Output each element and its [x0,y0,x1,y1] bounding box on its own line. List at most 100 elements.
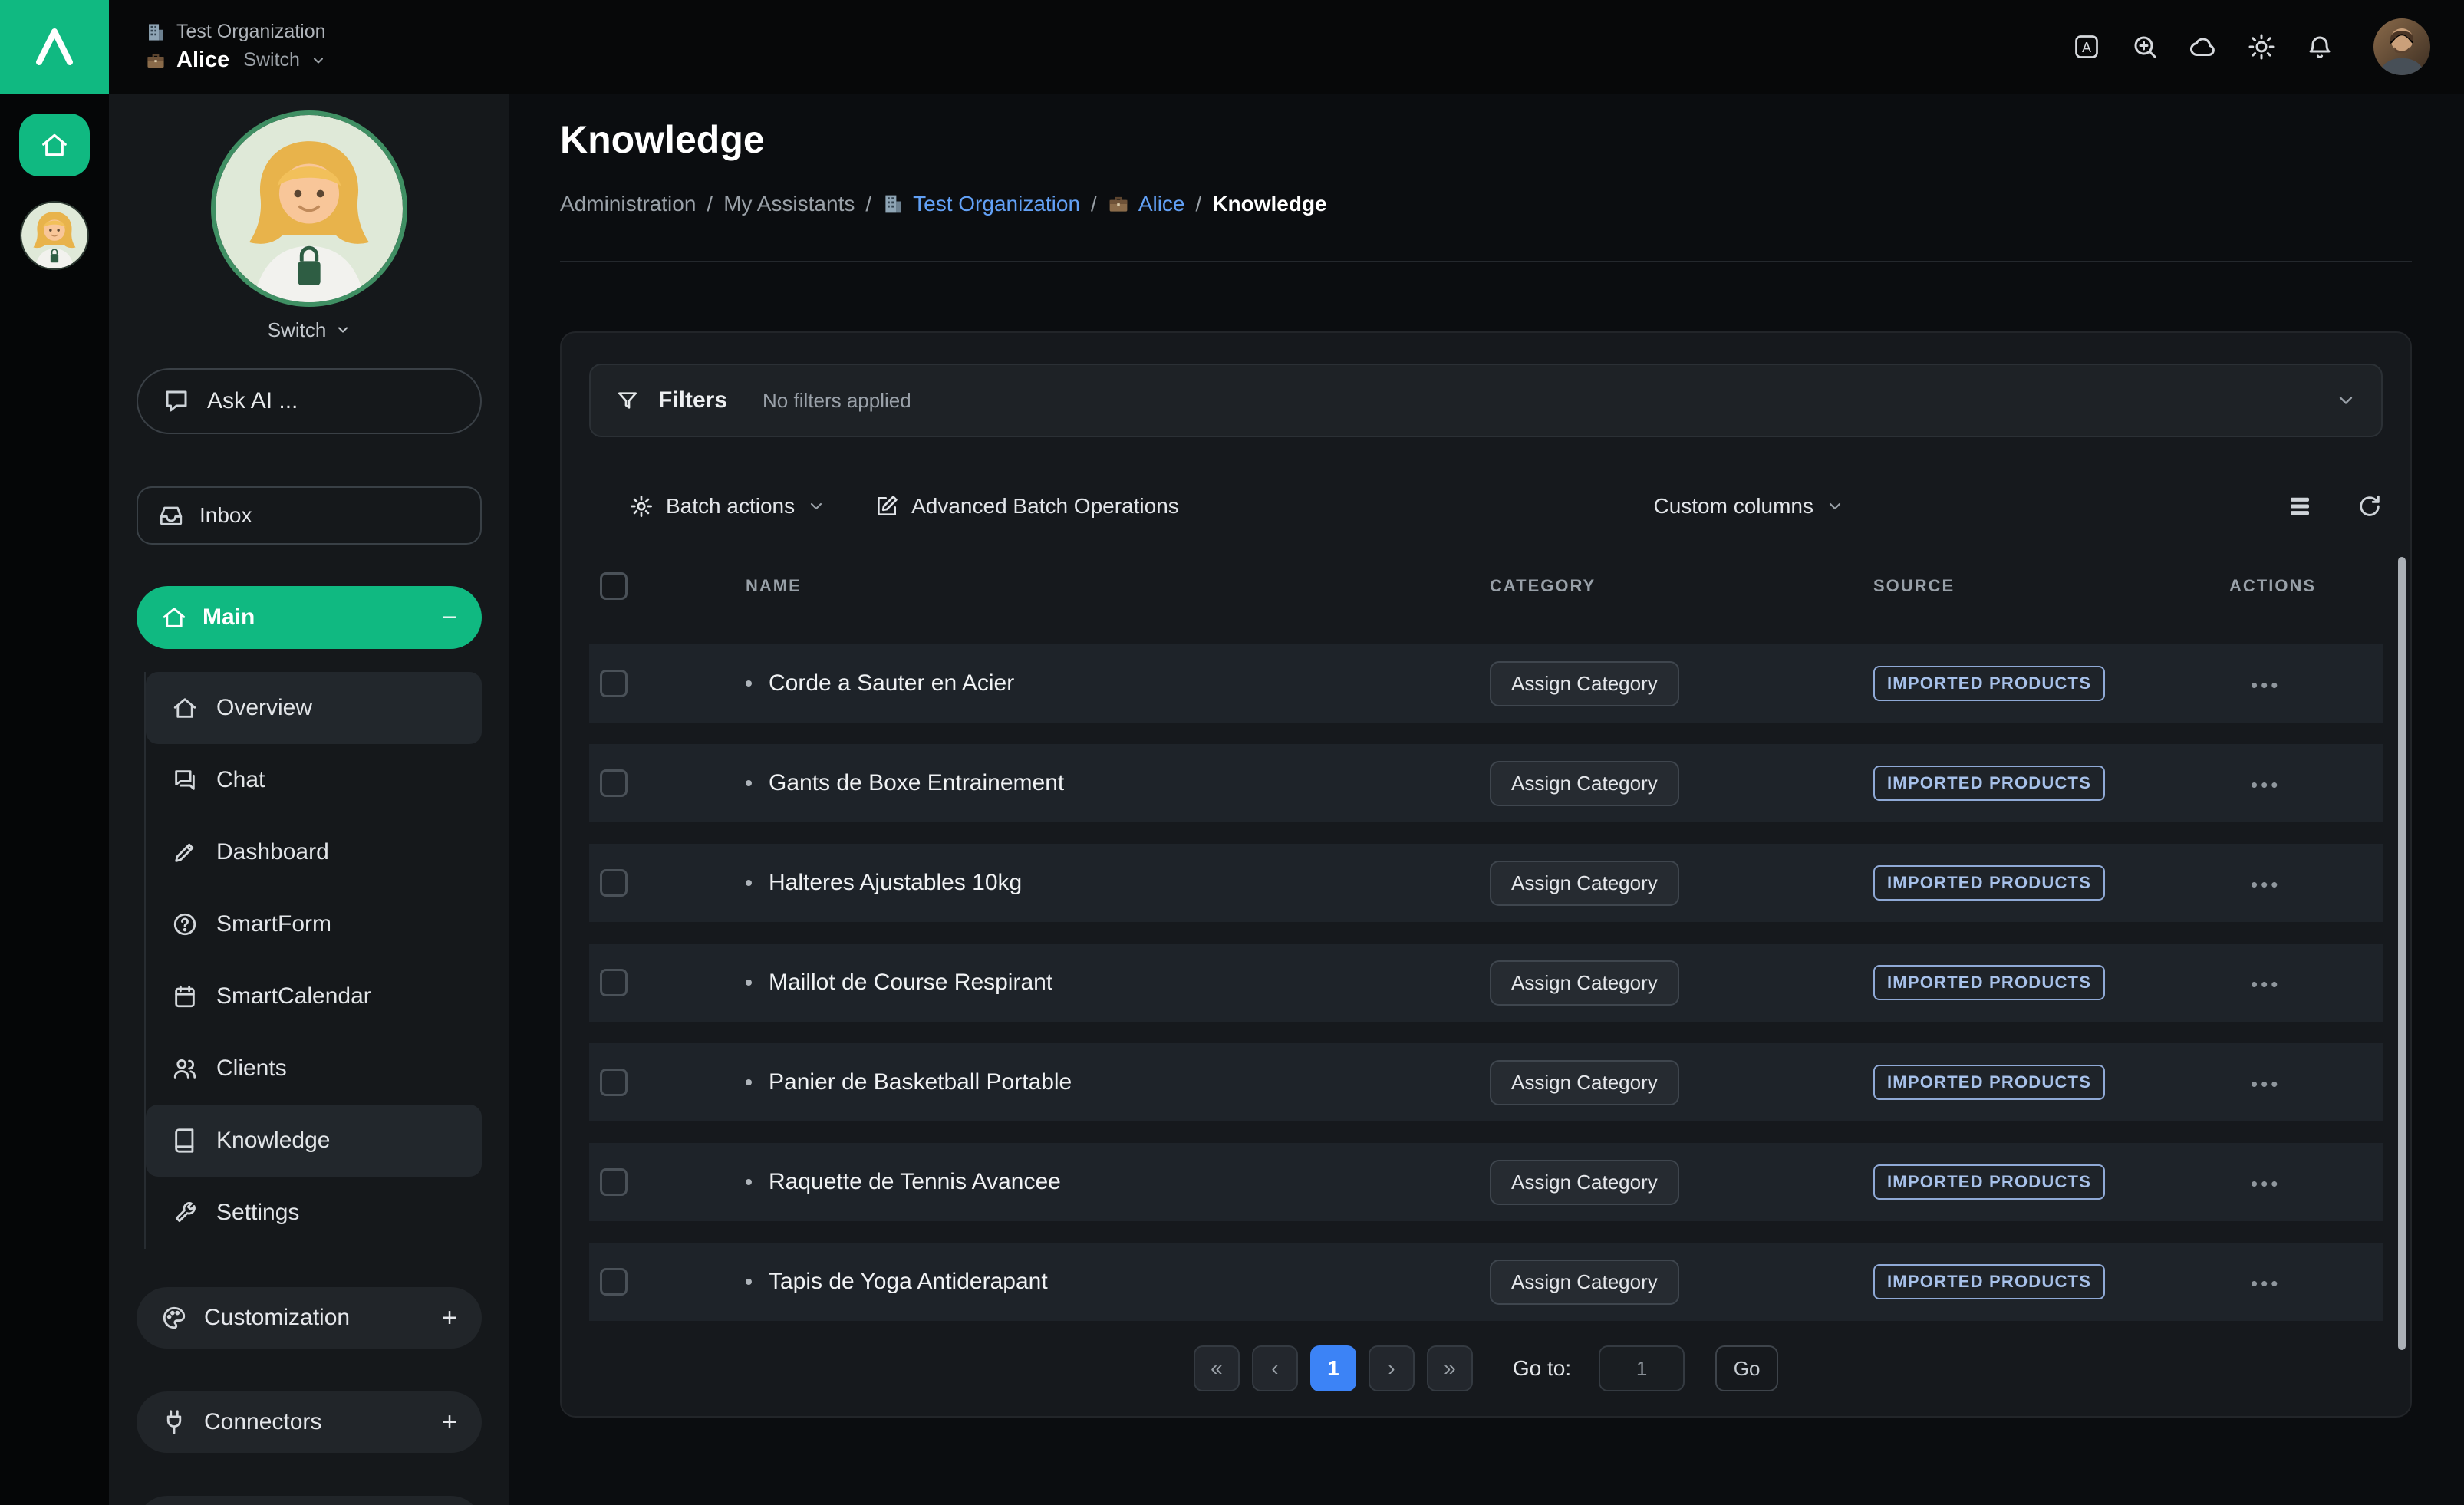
column-header-name: NAME [746,576,1490,596]
table-view-controls [2286,492,2383,520]
assign-category-button[interactable]: Assign Category [1490,1260,1679,1305]
bullet-dot-icon [746,880,752,886]
table-scrollbar[interactable] [2398,557,2406,1350]
crumb-org[interactable]: Test Organization [882,192,1080,216]
notifications-bell-icon[interactable] [2306,33,2334,61]
sidebar-item-smartform[interactable]: SmartForm [146,888,482,960]
collapse-minus-icon[interactable]: − [442,603,457,633]
row-actions-button[interactable]: ••• [2226,873,2281,896]
briefcase-icon [146,51,166,71]
assistant-switch-label[interactable]: Switch [243,49,300,71]
filters-bar[interactable]: Filters No filters applied [589,364,2383,437]
sidebar-item-inbox[interactable]: Inbox [137,486,482,545]
chevron-down-icon[interactable] [2335,390,2357,411]
assign-category-button[interactable]: Assign Category [1490,861,1679,906]
select-all-checkbox[interactable] [600,572,628,600]
bullet-dot-icon [746,980,752,986]
left-rail [0,94,109,1505]
question-circle-icon [172,911,198,937]
batch-actions-button[interactable]: Batch actions [629,494,825,519]
row-checkbox[interactable] [600,869,628,897]
sidebar-item-overview[interactable]: Overview [146,672,482,744]
users-icon [172,1055,198,1082]
row-actions-button[interactable]: ••• [2226,1272,2281,1295]
row-actions-button[interactable]: ••• [2226,973,2281,996]
goto-page-input[interactable] [1599,1345,1685,1391]
calendar-icon [172,983,198,1009]
pagination: « ‹ 1 › » Go to: Go [589,1342,2383,1395]
ask-ai-input[interactable]: Ask AI ... [137,368,482,434]
table-row: Panier de Basketball Portable Assign Cat… [589,1043,2383,1121]
sidebar-item-clients[interactable]: Clients [146,1032,482,1105]
user-avatar[interactable] [2373,18,2430,75]
bullet-dot-icon [746,1279,752,1285]
translate-icon[interactable]: A [2073,33,2100,61]
sidebar-section-main[interactable]: Main − [137,586,482,649]
zoom-in-icon[interactable] [2131,33,2159,61]
pagination-last-button[interactable]: » [1427,1345,1473,1391]
rail-home-button[interactable] [19,114,90,176]
rail-assistant-avatar[interactable] [20,201,89,270]
go-button[interactable]: Go [1715,1345,1778,1391]
row-checkbox[interactable] [600,769,628,797]
app-logo[interactable] [0,0,109,94]
refresh-icon[interactable] [2357,493,2383,519]
row-checkbox[interactable] [600,670,628,697]
advanced-batch-operations-button[interactable]: Advanced Batch Operations [875,494,1179,519]
sidebar-item-label: Clients [216,1055,287,1082]
crumb-assistant[interactable]: Alice [1108,192,1185,216]
assistant-line: Alice Switch [146,48,326,73]
table-rows-icon[interactable] [2286,492,2314,520]
crumb-org-label: Test Organization [913,192,1080,216]
pagination-first-button[interactable]: « [1194,1345,1240,1391]
row-actions-button[interactable]: ••• [2226,673,2281,697]
org-switcher[interactable]: Test Organization Alice Switch [146,21,326,73]
assign-category-button[interactable]: Assign Category [1490,761,1679,806]
sidebar-item-label: Knowledge [216,1128,330,1154]
crumb-administration[interactable]: Administration [560,192,696,216]
sidebar-section-partial[interactable] [137,1496,482,1505]
pagination-next-button[interactable]: › [1369,1345,1415,1391]
row-actions-button[interactable]: ••• [2226,1172,2281,1195]
sidebar-item-label: Dashboard [216,839,329,865]
custom-columns-button[interactable]: Custom columns [1653,494,1844,519]
chevron-down-icon[interactable] [311,53,326,68]
cloud-icon[interactable] [2189,33,2217,61]
inbox-label: Inbox [199,503,252,528]
sidebar-submenu: Overview Chat Dashboard SmartForm SmartC… [144,672,482,1249]
expand-plus-icon[interactable]: + [442,1408,457,1437]
bullet-dot-icon [746,1079,752,1085]
row-checkbox[interactable] [600,1268,628,1296]
expand-plus-icon[interactable]: + [442,1303,457,1333]
row-checkbox[interactable] [600,1069,628,1096]
row-name: Maillot de Course Respirant [769,970,1052,996]
pagination-page-1-button[interactable]: 1 [1310,1345,1356,1391]
customization-label: Customization [204,1305,350,1331]
assistant-switch[interactable]: Switch [137,316,482,344]
sidebar-item-chat[interactable]: Chat [146,744,482,816]
row-actions-button[interactable]: ••• [2226,1072,2281,1095]
column-header-source: SOURCE [1873,576,2226,596]
main-content: Knowledge Administration / My Assistants… [509,94,2464,1505]
row-checkbox[interactable] [600,1168,628,1196]
assign-category-button[interactable]: Assign Category [1490,1060,1679,1105]
assign-category-button[interactable]: Assign Category [1490,960,1679,1006]
sidebar-item-settings[interactable]: Settings [146,1177,482,1249]
assign-category-button[interactable]: Assign Category [1490,661,1679,706]
filter-funnel-icon [615,388,640,413]
source-badge: IMPORTED PRODUCTS [1873,865,2105,901]
breadcrumb-separator: / [707,192,713,216]
sidebar-item-knowledge[interactable]: Knowledge [146,1105,482,1177]
row-checkbox[interactable] [600,969,628,996]
sidebar-item-label: Chat [216,767,265,793]
sidebar-item-smartcalendar[interactable]: SmartCalendar [146,960,482,1032]
crumb-my-assistants[interactable]: My Assistants [723,192,855,216]
sidebar-section-connectors[interactable]: Connectors + [137,1391,482,1453]
theme-sun-icon[interactable] [2248,33,2275,61]
sidebar-section-customization[interactable]: Customization + [137,1287,482,1349]
batch-actions-label: Batch actions [666,494,795,519]
assign-category-button[interactable]: Assign Category [1490,1160,1679,1205]
pagination-prev-button[interactable]: ‹ [1252,1345,1298,1391]
row-actions-button[interactable]: ••• [2226,773,2281,796]
sidebar-item-dashboard[interactable]: Dashboard [146,816,482,888]
